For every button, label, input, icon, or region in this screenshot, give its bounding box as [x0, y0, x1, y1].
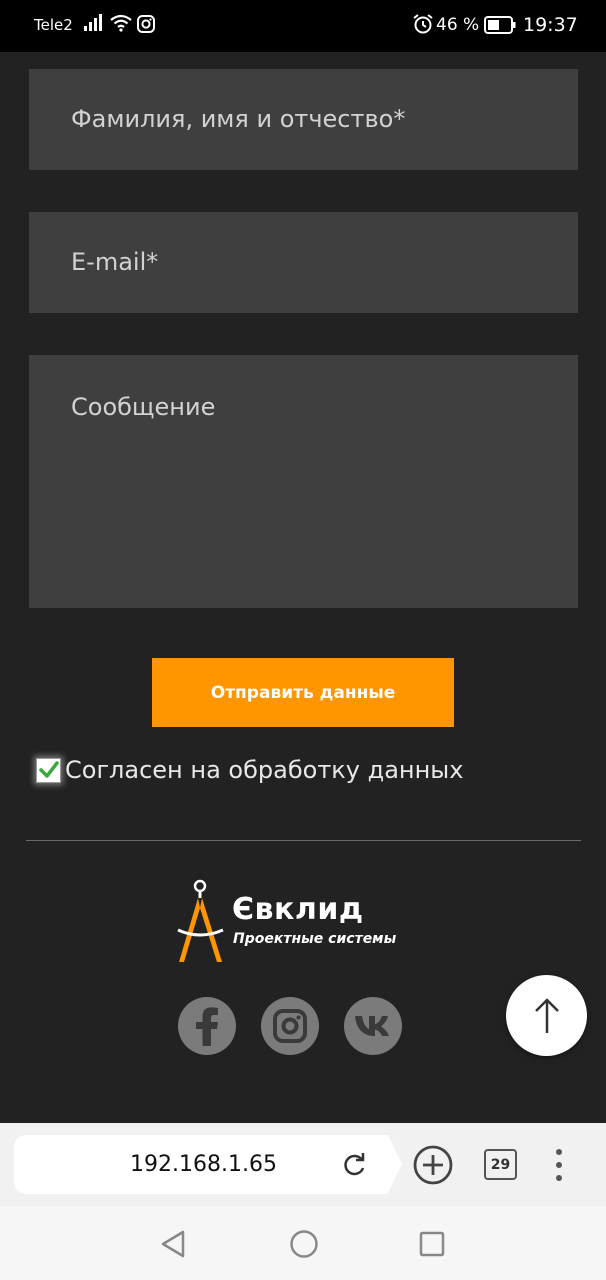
- browser-toolbar: 192.168.1.65 29: [0, 1123, 606, 1206]
- email-placeholder: E-mail*: [71, 248, 159, 276]
- vk-link[interactable]: [344, 997, 402, 1055]
- more-menu-icon[interactable]: [554, 1147, 564, 1187]
- new-tab-icon[interactable]: [412, 1144, 454, 1190]
- recent-apps-icon[interactable]: [419, 1231, 445, 1261]
- reload-icon[interactable]: [342, 1152, 368, 1182]
- consent-checkbox[interactable]: [36, 757, 61, 783]
- message-field[interactable]: Сообщение: [29, 355, 578, 608]
- logo[interactable]: Євклид Проектные системы: [176, 878, 436, 968]
- full-name-field[interactable]: Фамилия, имя и отчество*: [29, 69, 578, 170]
- submit-button[interactable]: Отправить данные: [152, 658, 454, 727]
- back-icon[interactable]: [159, 1229, 187, 1263]
- full-name-placeholder: Фамилия, имя и отчество*: [71, 105, 406, 133]
- status-bar: Tele2 46 % 19:37: [0, 0, 606, 52]
- clock: 19:37: [523, 14, 578, 36]
- consent-label: Согласен на обработку данных: [65, 756, 464, 784]
- facebook-link[interactable]: [178, 997, 236, 1055]
- system-nav-bar: [0, 1206, 606, 1280]
- back-to-top-button[interactable]: [506, 975, 587, 1056]
- address-bar[interactable]: 192.168.1.65: [14, 1135, 402, 1194]
- footer-divider: [26, 840, 581, 841]
- alarm-icon: [412, 13, 434, 39]
- home-icon[interactable]: [289, 1229, 319, 1263]
- logo-tagline: Проектные системы: [233, 931, 397, 947]
- tab-switcher-button[interactable]: 29: [484, 1149, 517, 1180]
- facebook-icon: [196, 1007, 218, 1046]
- instagram-notification-icon: [137, 15, 155, 37]
- arrow-up-icon: [534, 997, 559, 1033]
- vk-icon: [355, 1016, 389, 1036]
- url-text: 192.168.1.65: [130, 1152, 277, 1177]
- checkmark-icon: [38, 761, 59, 778]
- wifi-icon: [110, 14, 132, 36]
- logo-name: Євклид: [232, 892, 364, 927]
- carrier-name: Tele2: [34, 16, 73, 34]
- battery-percent: 46 %: [436, 15, 480, 35]
- compass-icon: [176, 878, 226, 968]
- battery-icon: [484, 16, 516, 38]
- message-placeholder: Сообщение: [71, 393, 216, 421]
- instagram-link[interactable]: [261, 997, 319, 1055]
- signal-icon: [84, 14, 104, 36]
- instagram-icon: [273, 1009, 307, 1043]
- consent-row[interactable]: Согласен на обработку данных: [36, 756, 463, 784]
- email-field[interactable]: E-mail*: [29, 212, 578, 313]
